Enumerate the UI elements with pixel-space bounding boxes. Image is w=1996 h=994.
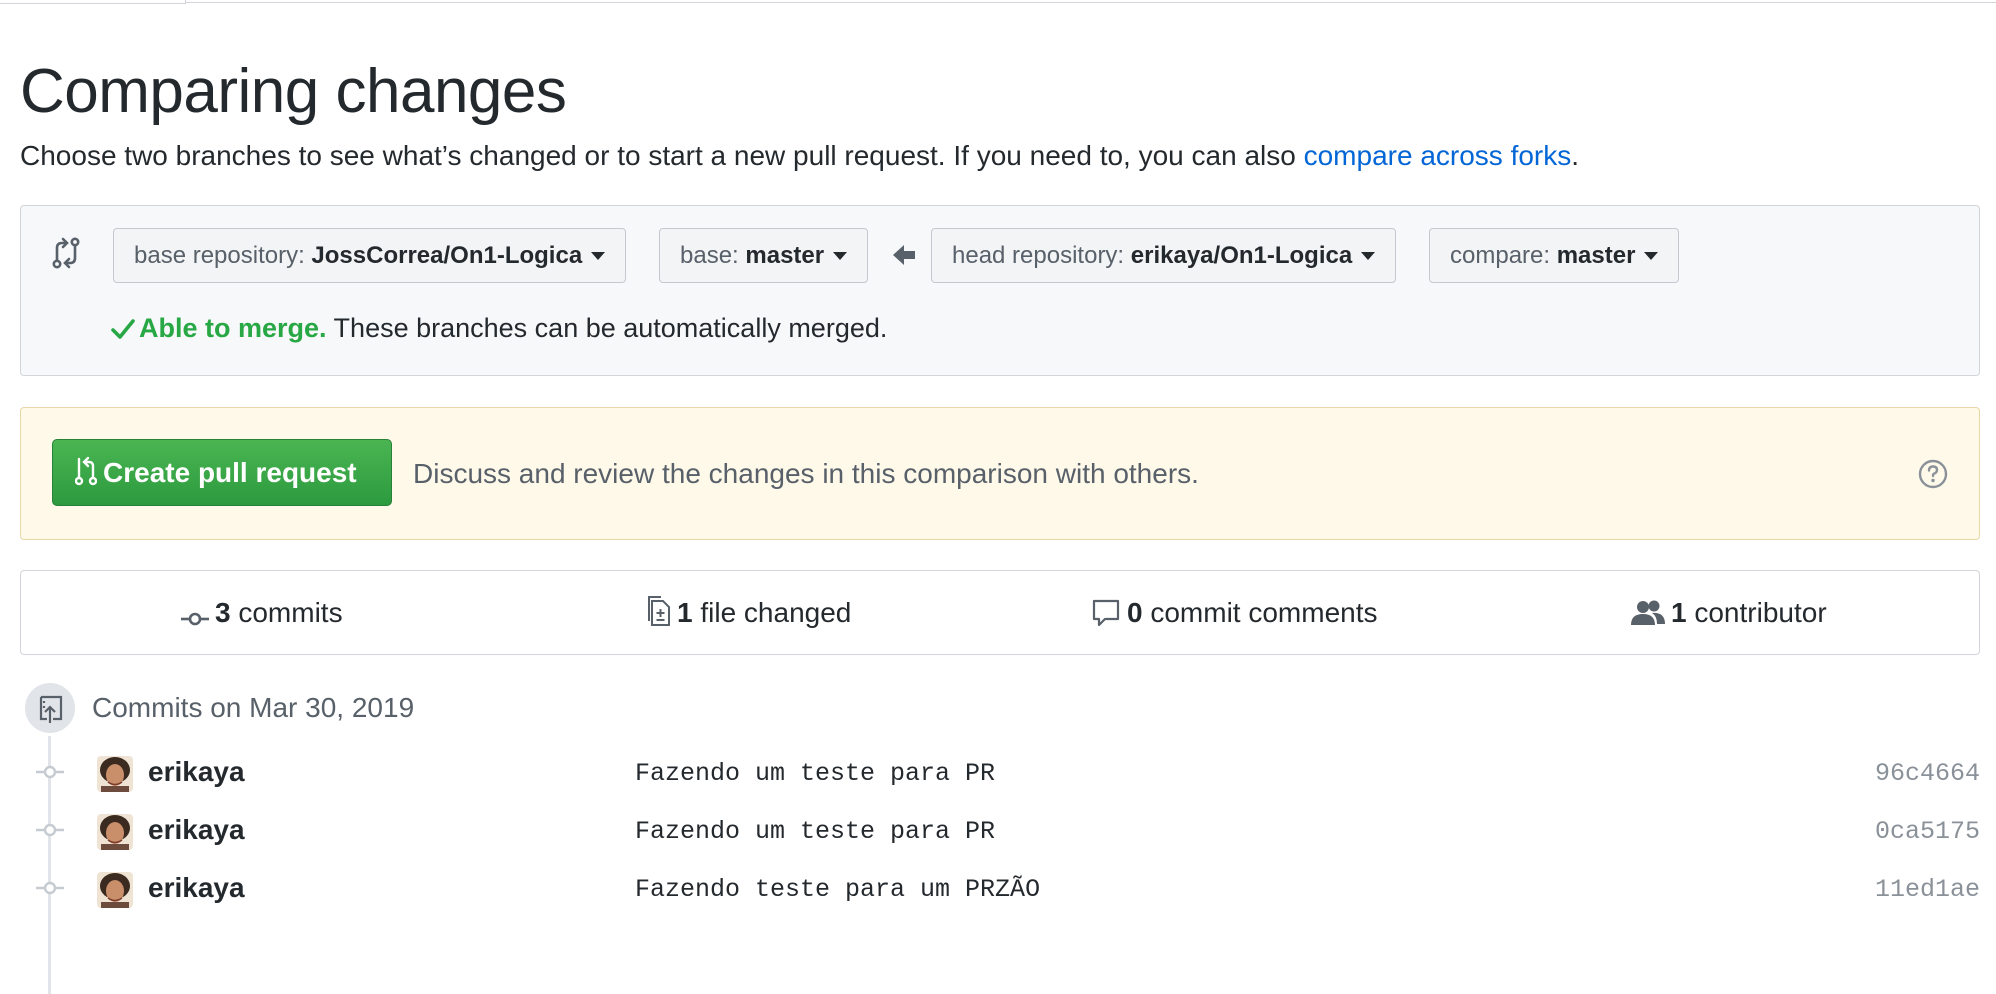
compare-branch-label: compare: <box>1450 242 1557 269</box>
head-repository-select[interactable]: head repository: erikaya/On1-Logica <box>931 228 1397 283</box>
head-repository-label: head repository: <box>952 242 1131 269</box>
diff-icon <box>648 596 670 626</box>
top-tab-bar <box>0 0 1996 4</box>
arrow-left-icon <box>893 245 915 265</box>
base-repository-label: base repository: <box>134 242 312 269</box>
contributors-count: 1 <box>1671 597 1687 628</box>
merge-status-ok: Able to merge. <box>139 313 327 343</box>
repo-push-icon <box>39 695 63 723</box>
compare-branch-value: master <box>1556 242 1636 269</box>
compare-across-forks-link[interactable]: compare across forks <box>1304 140 1572 171</box>
subtitle-end: . <box>1571 140 1580 171</box>
commit-sha[interactable]: 96c4664 <box>1875 756 1980 792</box>
commit-sha[interactable]: 11ed1ae <box>1875 872 1980 908</box>
git-commit-icon <box>36 881 64 895</box>
avatar[interactable] <box>97 814 133 850</box>
commit-author[interactable]: erikaya <box>148 812 245 848</box>
base-repository-value: JossCorrea/On1-Logica <box>311 242 583 269</box>
commit-message[interactable]: Fazendo teste para um PRZÃO <box>635 872 1040 908</box>
files-changed-stat[interactable]: 1 file changed <box>647 571 851 654</box>
commit-row: erikaya Fazendo um teste para PR 0ca5175 <box>0 802 1996 860</box>
page-subtitle: Choose two branches to see what’s change… <box>20 138 1579 174</box>
avatar[interactable] <box>97 756 133 792</box>
create-pr-panel: Create pull request Discuss and review t… <box>20 407 1980 540</box>
range-editor: base repository: JossCorrea/On1-Logica b… <box>20 205 1980 376</box>
commit-author[interactable]: erikaya <box>148 754 245 790</box>
comment-icon <box>1092 599 1120 627</box>
compare-branch-select[interactable]: compare: master <box>1429 228 1680 283</box>
git-commit-icon <box>181 612 209 626</box>
git-commit-icon <box>36 765 64 779</box>
commit-group-badge <box>22 680 78 736</box>
commit-author[interactable]: erikaya <box>148 870 245 906</box>
git-pull-request-icon <box>74 456 98 486</box>
avatar[interactable] <box>97 872 133 908</box>
merge-status-text: These branches can be automatically merg… <box>326 313 888 343</box>
pull-request-description: Discuss and review the changes in this c… <box>413 458 1199 489</box>
base-branch-label: base: <box>680 242 746 269</box>
active-tab-edge <box>0 0 186 4</box>
subtitle-text: Choose two branches to see what’s change… <box>20 140 1304 171</box>
commit-row: erikaya Fazendo teste para um PRZÃO 11ed… <box>0 860 1996 918</box>
commit-message[interactable]: Fazendo um teste para PR <box>635 814 995 850</box>
chevron-down-icon <box>591 252 606 260</box>
contributors-stat[interactable]: 1 contributor <box>1631 571 1827 654</box>
chevron-down-icon <box>1361 252 1376 260</box>
create-pull-request-label: Create pull request <box>103 457 357 488</box>
chevron-down-icon <box>1644 252 1659 260</box>
comments-count: 0 <box>1127 597 1143 628</box>
check-icon <box>111 319 135 339</box>
base-branch-value: master <box>745 242 825 269</box>
commits-label: commits <box>230 597 343 628</box>
chevron-down-icon <box>833 252 848 260</box>
commits-date-heading: Commits on Mar 30, 2019 <box>92 692 415 723</box>
people-icon <box>1631 600 1665 625</box>
commit-comments-stat[interactable]: 0 commit comments <box>1091 571 1378 654</box>
tab-divider <box>186 2 1996 3</box>
question-icon[interactable] <box>1918 459 1948 489</box>
page-title: Comparing changes <box>20 57 567 126</box>
comparison-stats: 3 commits 1 file changed 0 commit commen… <box>20 570 1980 655</box>
git-compare-icon <box>52 237 80 269</box>
contributors-label: contributor <box>1686 597 1827 628</box>
commit-message[interactable]: Fazendo um teste para PR <box>635 756 995 792</box>
base-repository-select[interactable]: base repository: JossCorrea/On1-Logica <box>113 228 627 283</box>
commits-count: 3 <box>215 597 231 628</box>
commit-row: erikaya Fazendo um teste para PR 96c4664 <box>0 744 1996 802</box>
commits-stat[interactable]: 3 commits <box>181 571 343 654</box>
merge-status: Able to merge. These branches can be aut… <box>111 310 887 346</box>
files-label: file changed <box>692 597 852 628</box>
base-branch-select[interactable]: base: master <box>659 228 869 283</box>
commit-sha[interactable]: 0ca5175 <box>1875 814 1980 850</box>
git-commit-icon <box>36 823 64 837</box>
files-count: 1 <box>677 597 693 628</box>
comments-label: commit comments <box>1142 597 1378 628</box>
head-repository-value: erikaya/On1-Logica <box>1130 242 1353 269</box>
create-pull-request-button[interactable]: Create pull request <box>52 439 392 506</box>
